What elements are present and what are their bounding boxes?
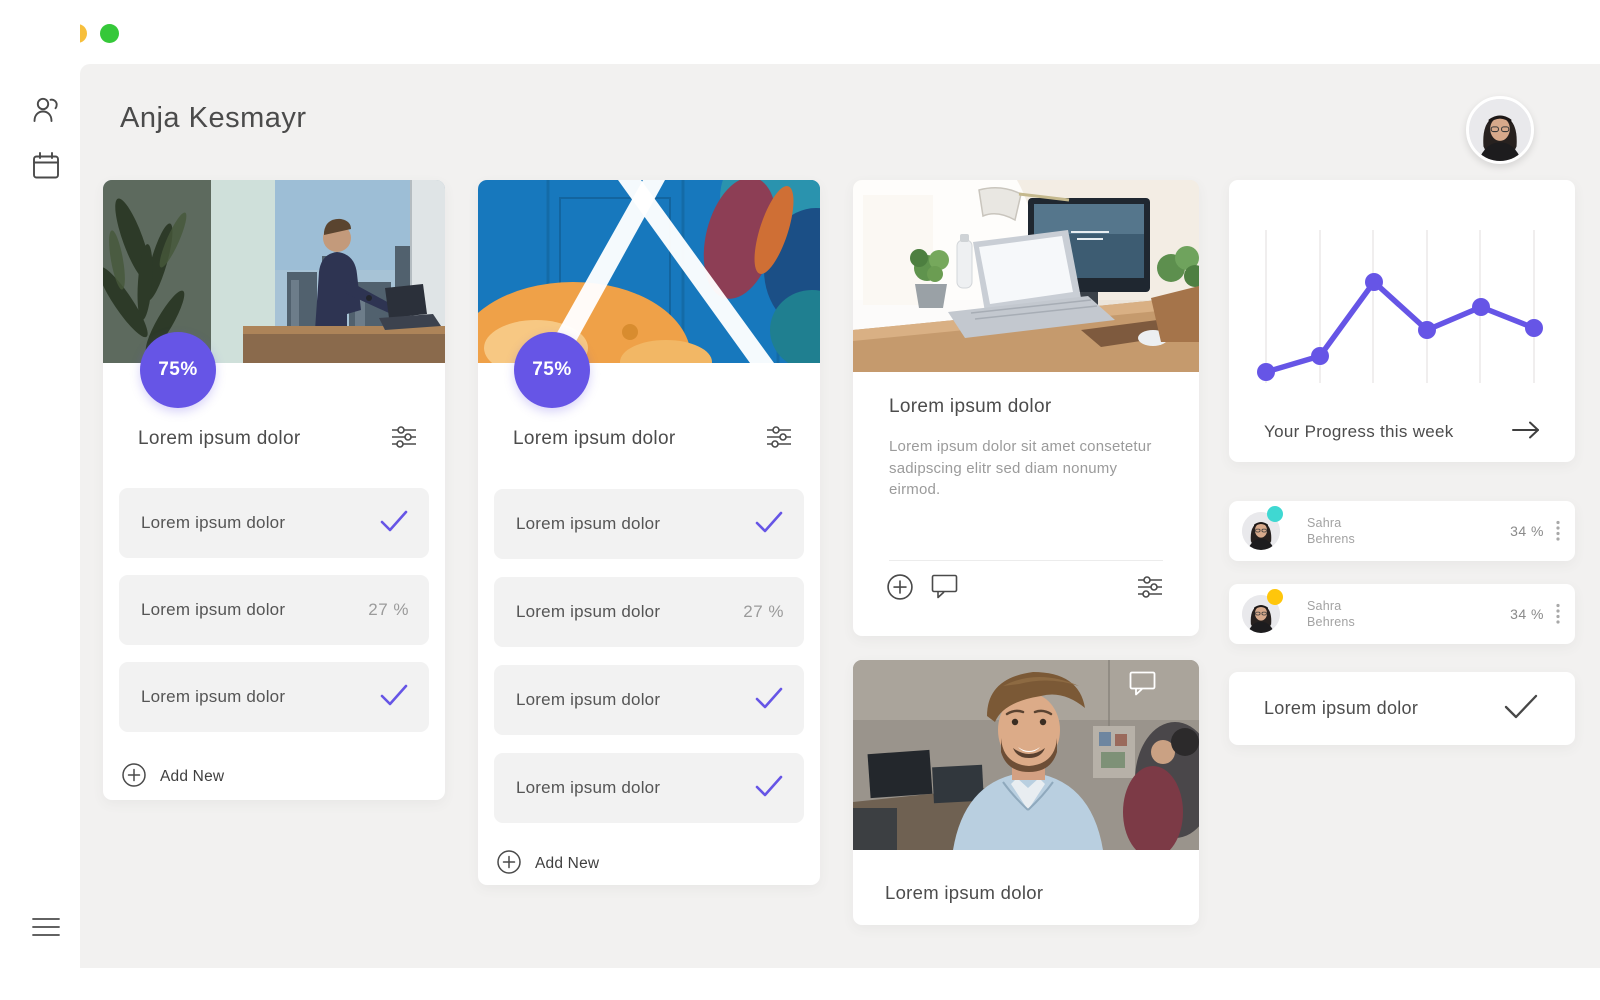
note-card: Lorem ipsum dolor Lorem ipsum dolor sit …: [853, 180, 1199, 636]
sidebar-item-calendar[interactable]: [30, 150, 62, 182]
status-dot: [1267, 589, 1283, 605]
task-card-2: 75% Lorem ipsum dolor Lorem ipsum dolor: [478, 180, 820, 885]
person-percent: 34 %: [1510, 606, 1544, 622]
person-avatar: [1242, 512, 1280, 550]
task-row[interactable]: Lorem ipsum dolor: [119, 662, 429, 732]
dashboard-window: Anja Kesmayr: [0, 0, 1600, 1000]
status-dot: [1267, 506, 1283, 522]
task-row[interactable]: Lorem ipsum dolor: [494, 753, 804, 823]
users-icon: [30, 113, 62, 130]
main-panel: Anja Kesmayr: [80, 64, 1600, 968]
arrow-right-icon[interactable]: [1511, 420, 1541, 445]
plus-circle-icon: [497, 850, 521, 879]
task-list: Lorem ipsum dolor Lorem ipsum dolor 27 %…: [119, 488, 429, 749]
person-percent: 34 %: [1510, 523, 1544, 539]
todo-label: Lorem ipsum dolor: [1264, 698, 1418, 719]
zoom-button[interactable]: [100, 24, 119, 43]
person-first-name: Sahra: [1307, 598, 1355, 614]
page-title: Anja Kesmayr: [120, 102, 307, 135]
person-name: Sahra Behrens: [1307, 515, 1355, 547]
person-row[interactable]: Sahra Behrens 34 %: [1229, 501, 1575, 561]
check-icon: [379, 683, 409, 712]
task-list: Lorem ipsum dolor Lorem ipsum dolor 27 %…: [494, 489, 804, 841]
comment-button[interactable]: [931, 574, 958, 604]
avatar-woman-illustration: [1469, 99, 1531, 161]
task-label: Lorem ipsum dolor: [516, 690, 754, 710]
task-percent: 27 %: [743, 602, 784, 622]
task-label: Lorem ipsum dolor: [516, 514, 754, 534]
person-first-name: Sahra: [1307, 515, 1355, 531]
card-title: Lorem ipsum dolor: [889, 396, 1051, 418]
task-card-1: 75% Lorem ipsum dolor Lorem ipsum dolor: [103, 180, 445, 800]
task-row[interactable]: Lorem ipsum dolor: [119, 488, 429, 558]
sliders-filter-icon[interactable]: [1137, 576, 1163, 603]
progress-line-chart: [1229, 180, 1575, 408]
task-label: Lorem ipsum dolor: [516, 602, 743, 622]
sliders-filter-icon[interactable]: [391, 426, 417, 453]
task-row[interactable]: Lorem ipsum dolor: [494, 489, 804, 559]
card-title: Lorem ipsum dolor: [138, 428, 300, 450]
progress-label: Your Progress this week: [1264, 422, 1454, 442]
card-title: Lorem ipsum dolor: [885, 882, 1043, 904]
task-row[interactable]: Lorem ipsum dolor 27 %: [494, 577, 804, 647]
person-avatar: [1242, 595, 1280, 633]
comment-icon[interactable]: [1129, 671, 1156, 696]
task-card-2-cover-mural: [478, 180, 820, 363]
card-body-text: Lorem ipsum dolor sit amet consetetur sa…: [889, 436, 1161, 501]
divider: [889, 560, 1163, 561]
add-new-button[interactable]: Add New: [497, 844, 599, 884]
task-card-1-cover-photo: [103, 180, 445, 363]
progress-badge: 75%: [140, 332, 216, 408]
card-title: Lorem ipsum dolor: [513, 428, 675, 450]
check-icon: [379, 509, 409, 538]
person-name: Sahra Behrens: [1307, 598, 1355, 630]
check-icon: [1503, 693, 1539, 725]
kebab-menu-icon[interactable]: [1555, 520, 1561, 542]
todo-card[interactable]: Lorem ipsum dolor: [1229, 672, 1575, 745]
check-icon: [754, 510, 784, 539]
person-row[interactable]: Sahra Behrens 34 %: [1229, 584, 1575, 644]
sidebar-menu-button[interactable]: [32, 916, 60, 938]
progress-badge: 75%: [514, 332, 590, 408]
sidebar-item-contacts[interactable]: [30, 94, 62, 126]
task-label: Lorem ipsum dolor: [516, 778, 754, 798]
calendar-icon: [30, 169, 62, 186]
add-new-label: Add New: [160, 768, 224, 786]
kebab-menu-icon[interactable]: [1555, 603, 1561, 625]
task-row[interactable]: Lorem ipsum dolor: [494, 665, 804, 735]
add-new-button[interactable]: Add New: [122, 757, 224, 797]
task-label: Lorem ipsum dolor: [141, 600, 368, 620]
person-last-name: Behrens: [1307, 531, 1355, 547]
hamburger-icon: [32, 925, 60, 942]
add-new-label: Add New: [535, 855, 599, 873]
user-avatar[interactable]: [1466, 96, 1534, 164]
progress-card: Your Progress this week: [1229, 180, 1575, 462]
person-last-name: Behrens: [1307, 614, 1355, 630]
task-percent: 27 %: [368, 600, 409, 620]
task-label: Lorem ipsum dolor: [141, 513, 379, 533]
sidebar-rail: [0, 0, 80, 1000]
check-icon: [754, 774, 784, 803]
check-icon: [754, 686, 784, 715]
photo-card: Lorem ipsum dolor: [853, 660, 1199, 925]
note-card-cover-photo: [853, 180, 1199, 372]
sliders-filter-icon[interactable]: [766, 426, 792, 453]
task-row[interactable]: Lorem ipsum dolor 27 %: [119, 575, 429, 645]
add-button[interactable]: [887, 574, 913, 605]
plus-circle-icon: [122, 763, 146, 792]
task-label: Lorem ipsum dolor: [141, 687, 379, 707]
